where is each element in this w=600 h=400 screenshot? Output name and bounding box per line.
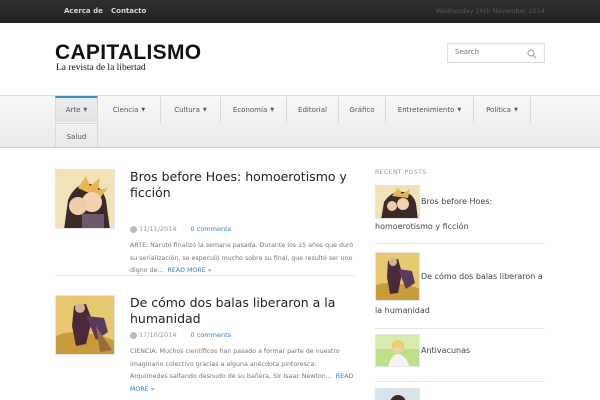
sidebar-thumbnail[interactable] xyxy=(375,334,420,367)
post-divider xyxy=(55,275,355,276)
chevron-down-icon: ▼ xyxy=(141,107,146,113)
post-item: De cómo dos balas liberaron a la humanid… xyxy=(55,295,355,400)
chevron-down-icon: ▼ xyxy=(514,107,518,113)
post-item: Bros before Hoes: homoerotismo y ficción… xyxy=(55,169,355,279)
post-thumbnail-image xyxy=(56,296,114,354)
post-excerpt: ARTE: Naruto finalizó la semana pasada. … xyxy=(130,242,354,274)
nav-item-grafico[interactable]: Gráfico xyxy=(339,97,386,123)
clock-icon xyxy=(130,331,137,339)
read-more-link[interactable]: READ MORE » xyxy=(167,267,211,274)
nav-item-politica[interactable]: Política ▼ xyxy=(474,97,531,123)
post-date: 17/10/2014 xyxy=(139,331,177,339)
post-date: 11/11/2014 xyxy=(139,225,177,233)
sidebar-divider xyxy=(375,328,545,329)
chevron-down-icon: ▼ xyxy=(202,107,207,113)
site-header: CAPITALISMO La revista de la libertad xyxy=(0,23,600,95)
sidebar-post-title-cont[interactable]: homoerotismo y ficción xyxy=(375,213,469,241)
topbar-link-contacto[interactable]: Contacto xyxy=(111,7,146,15)
site-logo[interactable]: CAPITALISMO xyxy=(55,41,201,65)
sidebar-post-title[interactable]: Antivacunas xyxy=(421,337,470,365)
site-tagline: La revista de la libertad xyxy=(56,63,146,73)
search-icon[interactable] xyxy=(527,49,537,59)
sidebar-divider xyxy=(375,243,545,244)
sidebar-divider xyxy=(375,381,545,382)
sidebar-title: RECENT POSTS xyxy=(375,169,427,176)
post-meta: 17/10/2014 · 0 comments xyxy=(130,331,231,339)
post-title[interactable]: Bros before Hoes: homoerotismo y ficción xyxy=(130,169,360,201)
meta-separator: · xyxy=(182,331,185,339)
search-box[interactable] xyxy=(447,43,545,63)
chevron-down-icon: ▼ xyxy=(83,107,88,113)
topbar-link-acerca[interactable]: Acerca de xyxy=(64,7,103,15)
sidebar-post-title-cont[interactable]: la humanidad xyxy=(375,297,430,325)
nav-item-economia[interactable]: Economía ▼ xyxy=(221,97,287,123)
post-thumbnail[interactable] xyxy=(55,295,115,355)
post-title[interactable]: De cómo dos balas liberaron a la humanid… xyxy=(130,295,360,327)
sidebar-thumbnail-image xyxy=(376,335,419,366)
post-comments-link[interactable]: 0 comments xyxy=(191,331,231,339)
main-content: Bros before Hoes: homoerotismo y ficción… xyxy=(0,148,600,400)
current-date: Wednesday 26th November 2014 xyxy=(435,7,545,15)
sidebar-thumbnail[interactable] xyxy=(375,252,420,301)
sidebar-recent-post[interactable] xyxy=(375,388,545,400)
nav-item-ciencia[interactable]: Ciencia ▼ xyxy=(98,97,161,123)
sidebar-recent-post[interactable]: Bros before Hoes: homoerotismo y ficción xyxy=(375,185,545,235)
nav-item-salud[interactable]: Salud xyxy=(55,123,98,149)
top-bar: Acerca de Contacto Wednesday 26th Novemb… xyxy=(0,0,600,23)
clock-icon xyxy=(130,225,137,233)
search-input[interactable] xyxy=(455,48,525,56)
sidebar-thumbnail[interactable] xyxy=(375,388,420,400)
post-meta: 11/11/2014 · 0 comments xyxy=(130,225,231,233)
sidebar-recent-post[interactable]: Antivacunas xyxy=(375,334,545,370)
meta-separator: · xyxy=(182,225,185,233)
nav-item-arte[interactable]: Arte ▼ xyxy=(55,96,98,122)
nav-item-cultura[interactable]: Cultura ▼ xyxy=(161,97,221,123)
sidebar-recent-post[interactable]: De cómo dos balas liberaron a la humanid… xyxy=(375,252,545,327)
main-nav: Arte ▼ Ciencia ▼ Cultura ▼ Economía ▼ Editor… xyxy=(0,95,600,149)
chevron-down-icon: ▼ xyxy=(457,107,462,113)
sidebar-thumbnail-image xyxy=(376,253,419,300)
chevron-down-icon: ▼ xyxy=(270,107,275,113)
sidebar-post-title[interactable]: De cómo dos balas liberaron a xyxy=(421,263,543,291)
nav-item-editorial[interactable]: Editorial xyxy=(287,97,339,123)
post-comments-link[interactable]: 0 comments xyxy=(191,225,231,233)
post-thumbnail[interactable] xyxy=(55,169,115,229)
nav-item-entretenimiento[interactable]: Entretenimiento ▼ xyxy=(386,97,474,123)
post-excerpt: CIENCIA: Muchos científicos han pasado a… xyxy=(130,348,354,393)
sidebar-thumbnail-image xyxy=(376,389,419,400)
post-thumbnail-image xyxy=(56,170,114,228)
sidebar-post-title[interactable]: Bros before Hoes: xyxy=(421,188,492,216)
